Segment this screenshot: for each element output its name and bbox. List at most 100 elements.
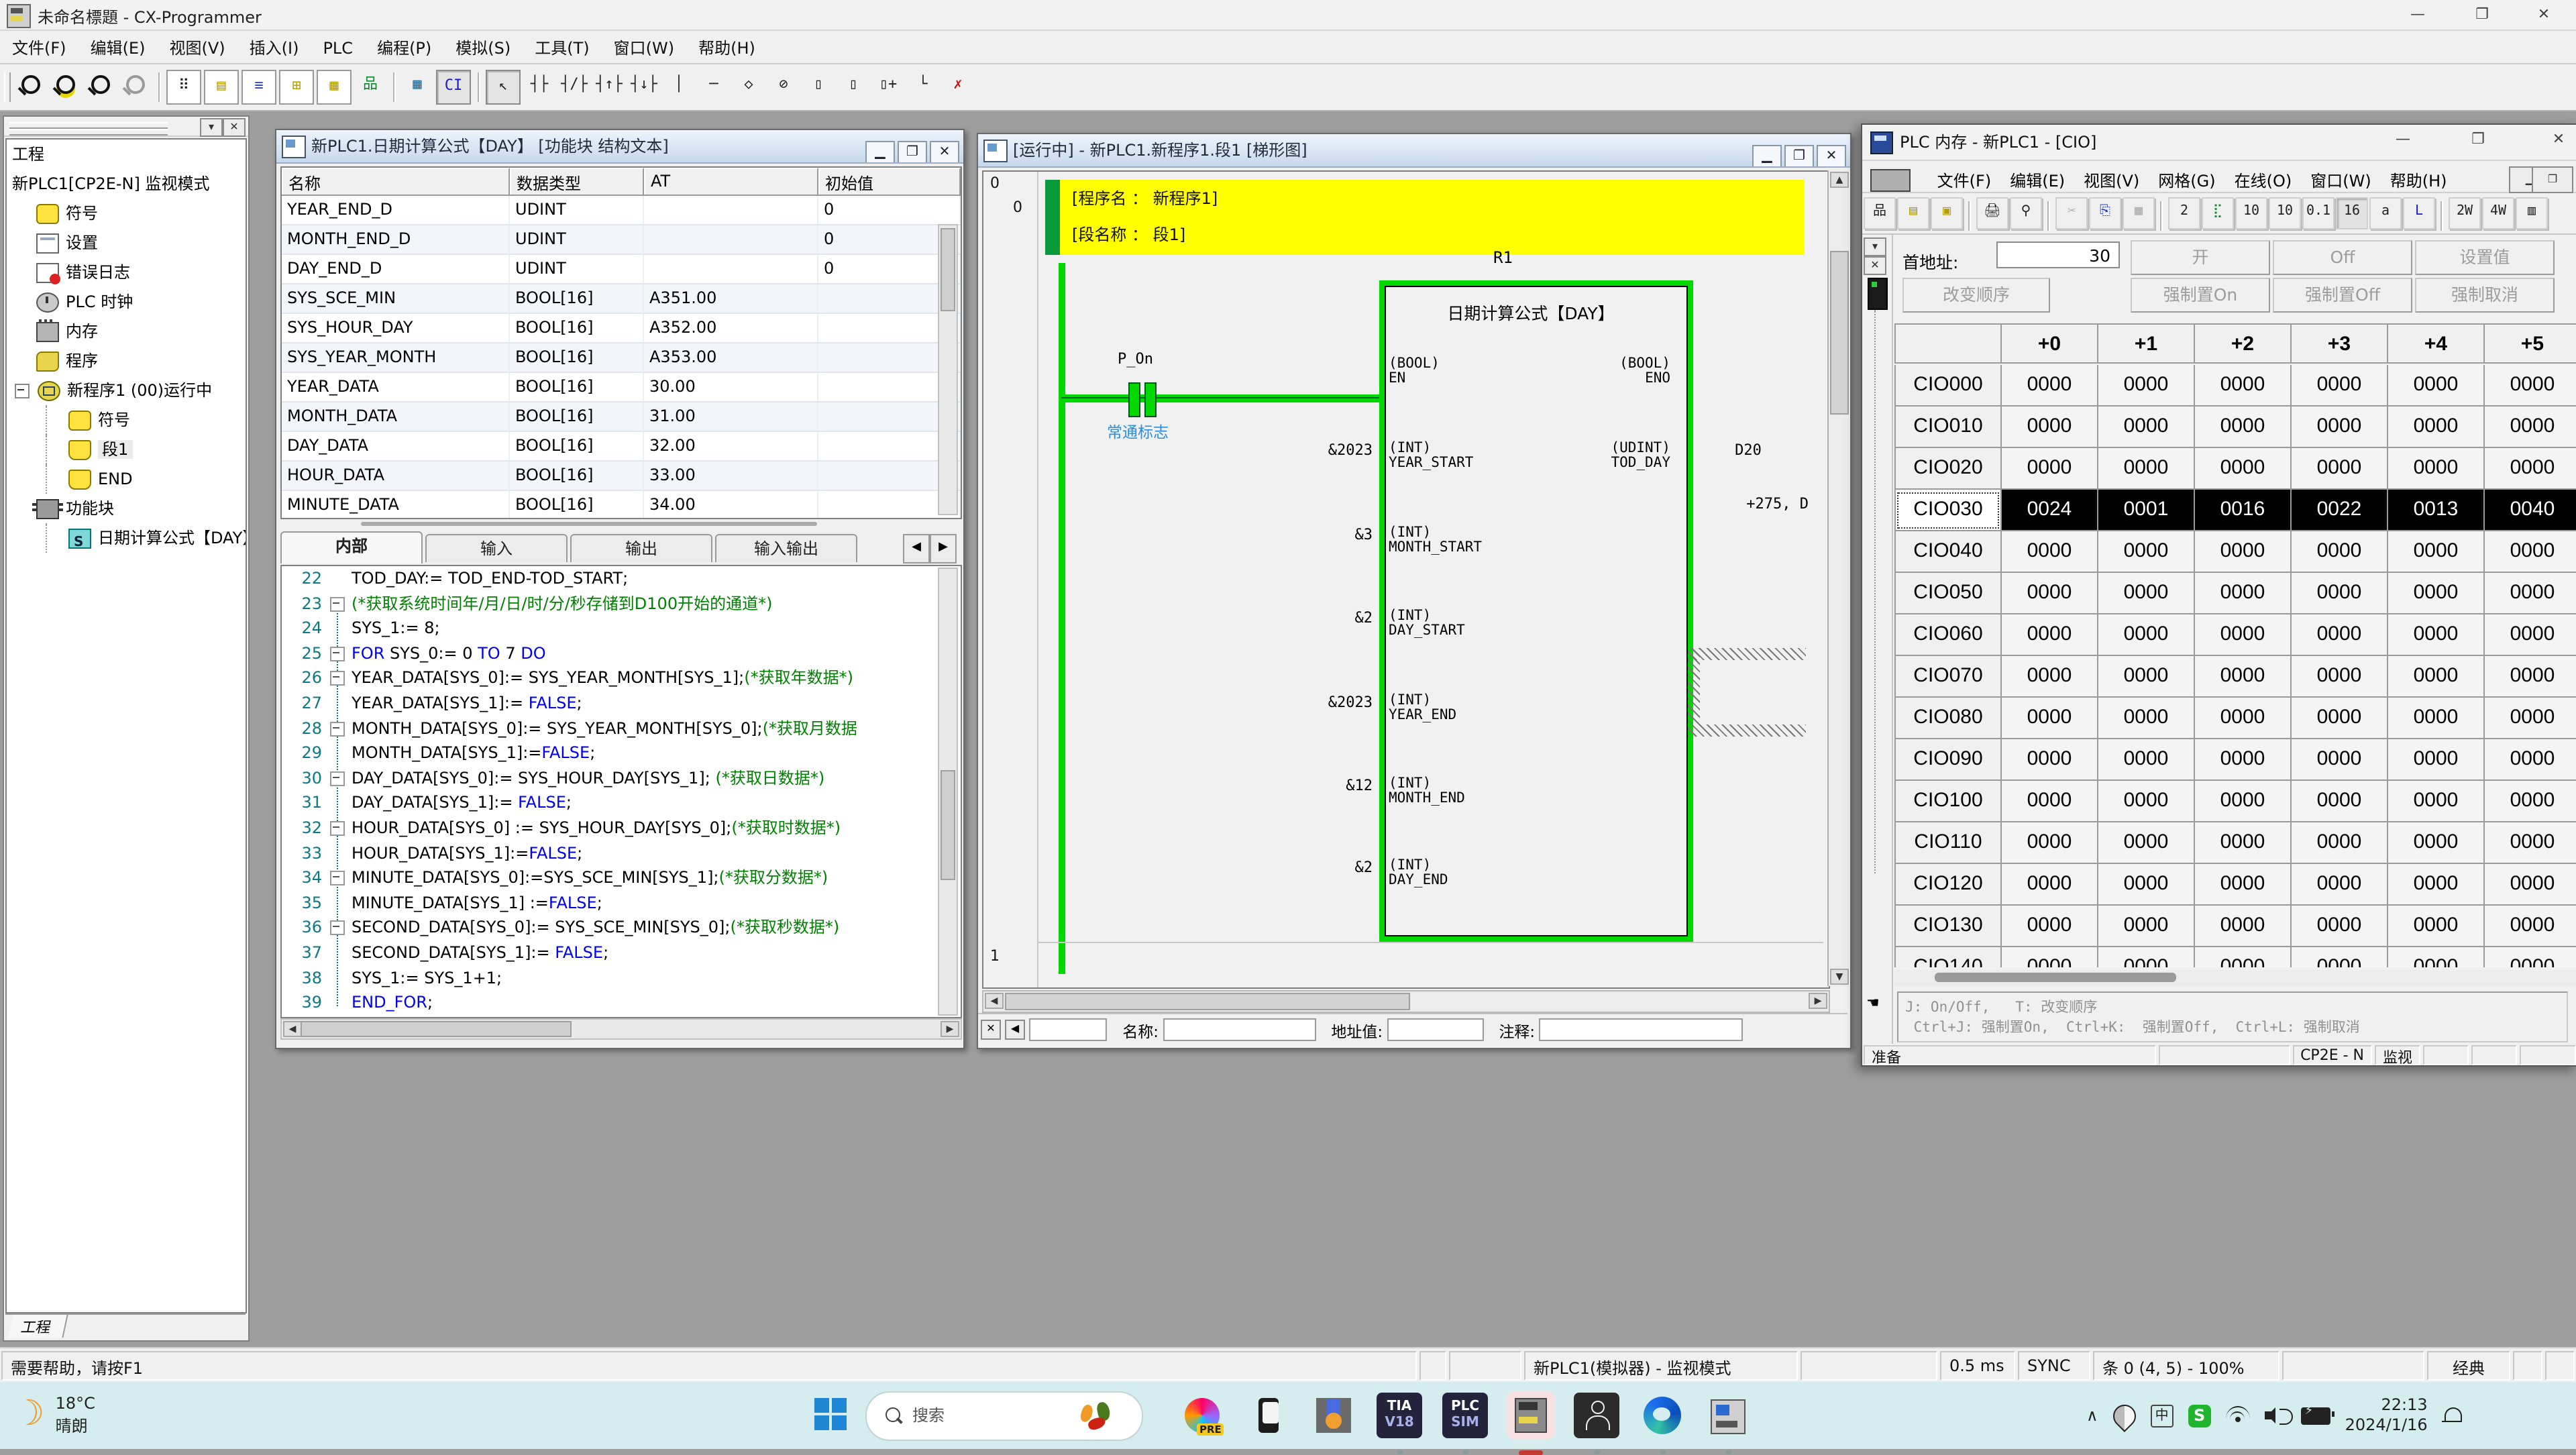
memory-cell[interactable]: 0000 xyxy=(2195,656,2292,698)
tab-project[interactable]: 工程 xyxy=(8,1315,68,1338)
fb-st-code-editor[interactable]: 22TOD_DAY:= TOD_END-TOD_START;23(*获取系统时间… xyxy=(280,565,962,1018)
save-icon[interactable]: ▣ xyxy=(1931,197,1963,229)
memory-cell[interactable]: 0000 xyxy=(2292,739,2388,781)
contact-rising-icon[interactable]: ┤↑├ xyxy=(593,70,625,102)
table-row[interactable]: SYS_SCE_MINBOOL[16]A351.00 xyxy=(282,284,961,314)
open-icon[interactable]: ▤ xyxy=(1897,197,1929,229)
memory-cell[interactable]: 0000 xyxy=(2195,864,2292,906)
memory-cell[interactable]: 0000 xyxy=(2292,531,2388,573)
memory-cell[interactable]: 0000 xyxy=(2485,822,2576,864)
contact-p-on[interactable] xyxy=(1128,382,1140,417)
delete-icon[interactable]: ✗ xyxy=(942,70,974,102)
code-line-31[interactable]: 31DAY_DATA[SYS_1]:= FALSE; xyxy=(282,791,961,816)
memory-cell[interactable]: 0022 xyxy=(2292,490,2388,531)
tree-item-新程序1 (00)运行中[interactable]: 新程序1 (00)运行中 xyxy=(7,376,246,405)
memory-cell[interactable]: 0000 xyxy=(2388,698,2485,739)
grid-row-CIO130[interactable]: CIO130000000000000000000000000 xyxy=(1894,906,2576,947)
panel-dropdown-button[interactable]: ▾ xyxy=(1864,237,1886,256)
zoom-out-icon[interactable] xyxy=(85,70,117,102)
memory-cell[interactable]: 0000 xyxy=(2098,573,2195,614)
memory-cell[interactable]: 0000 xyxy=(2485,781,2576,822)
select-cursor-icon[interactable]: ↖ xyxy=(486,70,521,105)
memory-cell[interactable]: 0000 xyxy=(2098,781,2195,822)
memory-cell[interactable]: 0000 xyxy=(2098,531,2195,573)
pin-value-MONTH_START[interactable]: &3 xyxy=(1265,526,1373,543)
memory-menu-在线(O)[interactable]: 在线(O) xyxy=(2225,165,2302,196)
ladder-close-button[interactable]: ✕ xyxy=(1817,145,1846,168)
memory-cell[interactable]: 0000 xyxy=(2388,822,2485,864)
new-closed-coil-icon[interactable]: ⊘ xyxy=(767,70,800,102)
memory-cell[interactable]: 0000 xyxy=(2292,448,2388,490)
code-line-36[interactable]: 36SECOND_DATA[SYS_0]:= SYS_SCE_MIN[SYS_0… xyxy=(282,916,961,940)
tab-输入输出[interactable]: 输入输出 xyxy=(715,534,857,562)
menu-帮助(H)[interactable]: 帮助(H) xyxy=(686,31,767,64)
print-icon[interactable]: 🖨 xyxy=(1976,197,2008,229)
memory-cell[interactable]: 0000 xyxy=(2098,822,2195,864)
code-line-22[interactable]: 22TOD_DAY:= TOD_END-TOD_START; xyxy=(282,566,961,591)
workspace-header[interactable]: ▾ ✕ xyxy=(4,117,248,137)
pin-value-YEAR_END[interactable]: &2023 xyxy=(1265,694,1373,711)
off-button[interactable]: Off xyxy=(2273,240,2412,275)
instruction-box2-icon[interactable]: ▯ xyxy=(837,70,869,102)
hex-icon[interactable]: 16 xyxy=(2336,197,2368,229)
force-cancel-button[interactable]: 强制取消 xyxy=(2415,278,2555,313)
grid-row-CIO090[interactable]: CIO090000000000000000000000000 xyxy=(1894,739,2576,781)
table-row[interactable]: MONTH_DATABOOL[16]31.00 xyxy=(282,402,961,432)
comment-field[interactable] xyxy=(1539,1018,1743,1041)
toolbar-grip[interactable] xyxy=(4,72,11,102)
memory-cell[interactable]: 0000 xyxy=(2485,573,2576,614)
ladder-window-titlebar[interactable]: [运行中] - 新PLC1.新程序1.段1 [梯形图] ▁❐✕ xyxy=(978,134,1850,168)
memory-maximize-button[interactable]: ❐ xyxy=(2449,125,2508,153)
code-line-25[interactable]: 25FOR SYS_0:= 0 TO 7 DO xyxy=(282,641,961,666)
float-icon[interactable]: 0.1 xyxy=(2302,197,2334,229)
edge-icon[interactable] xyxy=(1638,1391,1686,1440)
code-line-37[interactable]: 37SECOND_DATA[SYS_1]:= FALSE; xyxy=(282,940,961,965)
clock[interactable]: 22:13 2024/1/16 xyxy=(2345,1395,2428,1436)
copy-icon[interactable]: ⎘ xyxy=(2089,197,2121,229)
monitor-table-icon[interactable]: ▦ xyxy=(401,70,433,102)
vertical-line-icon[interactable]: │ xyxy=(663,70,695,102)
memory-cell[interactable]: 0000 xyxy=(2002,947,2098,967)
table-row[interactable]: SYS_YEAR_MONTHBOOL[16]A353.00 xyxy=(282,343,961,373)
tab-scroll-left[interactable]: ◀ xyxy=(903,534,930,563)
fold-toggle[interactable] xyxy=(330,921,345,936)
name-field[interactable] xyxy=(1163,1018,1316,1041)
memory-cell[interactable]: 0000 xyxy=(2485,531,2576,573)
panel-close-button[interactable]: ✕ xyxy=(1864,256,1886,275)
new-contact-icon[interactable]: ┤├ xyxy=(523,70,555,102)
set-value-button[interactable]: 设置值 xyxy=(2415,240,2555,275)
memory-cell[interactable]: 0016 xyxy=(2195,490,2292,531)
grid-row-CIO140[interactable]: CIO140000000000000000000000000 xyxy=(1894,947,2576,967)
grid-row-CIO020[interactable]: CIO020000000000000000000000000 xyxy=(1894,448,2576,490)
tray-drop-icon[interactable] xyxy=(2108,1399,2141,1432)
memory-cell[interactable]: 0000 xyxy=(2098,906,2195,947)
tab-内部[interactable]: 内部 xyxy=(280,531,423,563)
ime-indicator[interactable]: 中 xyxy=(2151,1404,2174,1427)
tree-item-日期计算公式【DAY】[interactable]: 日期计算公式【DAY】 xyxy=(7,523,246,553)
memory-cell[interactable]: 0000 xyxy=(2485,947,2576,967)
grid-row-CIO070[interactable]: CIO070000000000000000000000000 xyxy=(1894,656,2576,698)
copilot-icon[interactable]: PRE xyxy=(1178,1391,1226,1440)
tree-view-icon[interactable]: 品 xyxy=(354,70,386,102)
memory-cell[interactable]: 0040 xyxy=(2485,490,2576,531)
memory-cell[interactable]: 0000 xyxy=(2388,573,2485,614)
memory-cell[interactable]: 0000 xyxy=(2388,739,2485,781)
paste-icon[interactable]: ▦ xyxy=(2123,197,2155,229)
memory-close-button[interactable]: ✕ xyxy=(2529,125,2576,153)
workspace-close-button[interactable]: ✕ xyxy=(223,118,246,137)
memory-cell[interactable]: 0000 xyxy=(2195,531,2292,573)
memory-cell[interactable]: 0024 xyxy=(2002,490,2098,531)
table-row[interactable]: YEAR_END_DUDINT0 xyxy=(282,196,961,225)
address-field[interactable] xyxy=(1387,1018,1483,1041)
tray-s-app-icon[interactable]: S xyxy=(2188,1404,2211,1427)
expand-box[interactable] xyxy=(15,384,30,398)
ladder-restore-button[interactable]: ❐ xyxy=(1784,145,1814,168)
end-corner-icon[interactable]: └ xyxy=(907,70,939,102)
minimize-button[interactable]: — xyxy=(2388,0,2447,28)
ladder-minimize-button[interactable]: ▁ xyxy=(1752,145,1782,168)
memory-cell[interactable]: 0000 xyxy=(2002,698,2098,739)
memory-cell[interactable]: 0000 xyxy=(2485,614,2576,656)
menu-PLC[interactable]: PLC xyxy=(311,34,365,63)
two-word-icon[interactable]: 2W xyxy=(2449,197,2481,229)
fold-toggle[interactable] xyxy=(330,596,345,611)
